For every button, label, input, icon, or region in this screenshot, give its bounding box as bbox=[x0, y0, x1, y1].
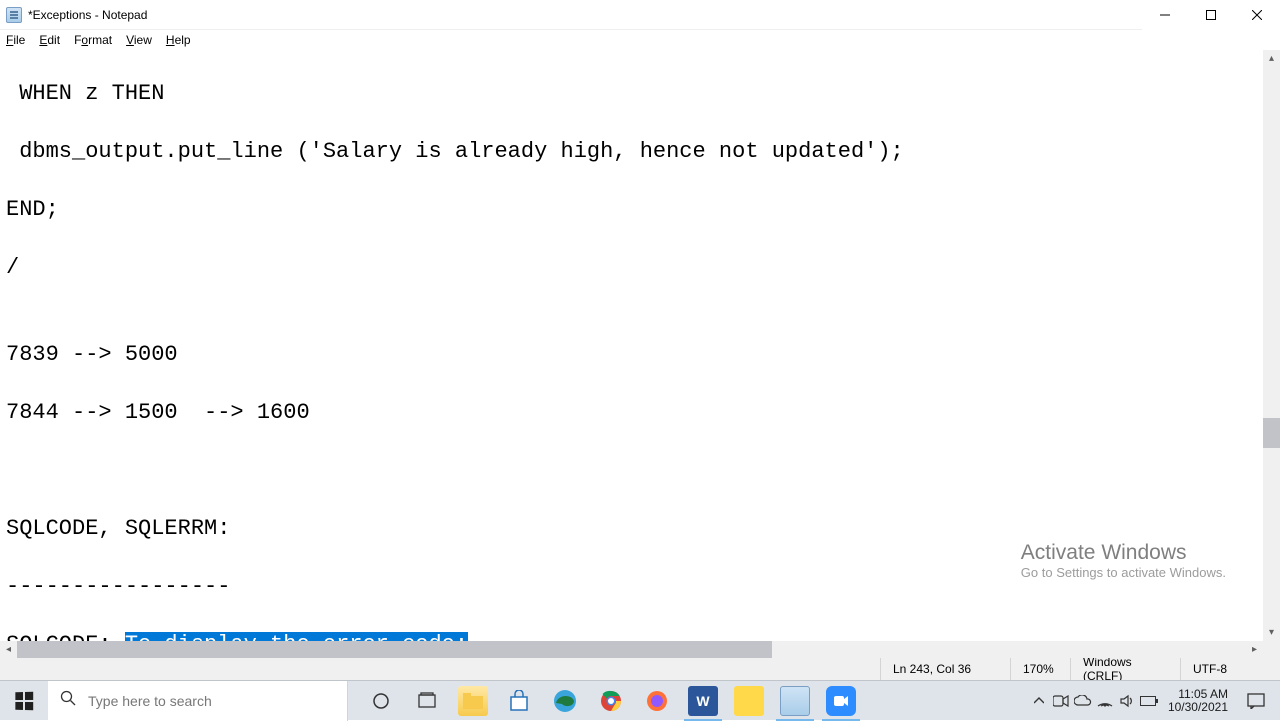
cursor-position: Ln 243, Col 36 bbox=[880, 658, 1010, 680]
close-button[interactable] bbox=[1234, 0, 1280, 30]
edge-button[interactable] bbox=[542, 681, 588, 721]
code-line: ----------------- bbox=[6, 572, 1263, 601]
firefox-button[interactable] bbox=[634, 681, 680, 721]
search-box[interactable]: Type here to search bbox=[48, 681, 348, 721]
store-button[interactable] bbox=[496, 681, 542, 721]
start-button[interactable] bbox=[0, 681, 48, 721]
scroll-left-icon[interactable]: ◂ bbox=[0, 641, 17, 658]
tray-chevron-icon[interactable] bbox=[1028, 681, 1050, 721]
task-view-button[interactable] bbox=[358, 681, 404, 721]
file-explorer-button[interactable] bbox=[450, 681, 496, 721]
system-tray: 11:05 AM 10/30/2021 bbox=[1028, 681, 1280, 721]
scroll-thumb[interactable] bbox=[1263, 418, 1280, 448]
chrome-button[interactable] bbox=[588, 681, 634, 721]
code-line: 7844 --> 1500 --> 1600 bbox=[6, 398, 1263, 427]
minimize-button[interactable] bbox=[1142, 0, 1188, 30]
windows-icon bbox=[15, 691, 33, 710]
search-placeholder: Type here to search bbox=[88, 693, 212, 709]
scroll-down-icon[interactable]: ▾ bbox=[1263, 624, 1280, 641]
onedrive-icon[interactable] bbox=[1072, 681, 1094, 721]
menu-view[interactable]: View bbox=[126, 33, 152, 47]
sticky-notes-button[interactable] bbox=[726, 681, 772, 721]
code-line: / bbox=[6, 253, 1263, 282]
clock[interactable]: 11:05 AM 10/30/2021 bbox=[1160, 688, 1236, 714]
taskbar: Type here to search W 11:05 AM 10/30/20 bbox=[0, 680, 1280, 720]
menu-edit[interactable]: Edit bbox=[39, 33, 60, 47]
code-line: END; bbox=[6, 195, 1263, 224]
code-line: 7839 --> 5000 bbox=[6, 340, 1263, 369]
network-icon[interactable] bbox=[1094, 681, 1116, 721]
scrollbar-corner bbox=[1263, 641, 1280, 658]
window-title: *Exceptions - Notepad bbox=[28, 8, 147, 22]
menu-format[interactable]: Format bbox=[74, 33, 112, 47]
clock-time: 11:05 AM bbox=[1168, 688, 1228, 701]
search-icon bbox=[60, 690, 76, 711]
statusbar: Ln 243, Col 36 170% Windows (CRLF) UTF-8 bbox=[0, 658, 1280, 680]
zoom-level: 170% bbox=[1010, 658, 1070, 680]
app-icon bbox=[6, 7, 22, 23]
text-content[interactable]: WHEN z THEN dbms_output.put_line ('Salar… bbox=[6, 50, 1263, 641]
editor-area[interactable]: WHEN z THEN dbms_output.put_line ('Salar… bbox=[0, 50, 1280, 658]
notepad-button[interactable] bbox=[772, 681, 818, 721]
volume-icon[interactable] bbox=[1116, 681, 1138, 721]
meet-now-icon[interactable] bbox=[1050, 681, 1072, 721]
word-button[interactable]: W bbox=[680, 681, 726, 721]
vertical-scrollbar[interactable]: ▴ ▾ bbox=[1263, 50, 1280, 641]
maximize-button[interactable] bbox=[1188, 0, 1234, 30]
scroll-thumb[interactable] bbox=[17, 641, 772, 658]
notifications-button[interactable] bbox=[1236, 681, 1276, 721]
clock-date: 10/30/2021 bbox=[1168, 701, 1228, 714]
cortana-button[interactable] bbox=[404, 681, 450, 721]
horizontal-scrollbar[interactable]: ◂ ▸ bbox=[0, 641, 1263, 658]
titlebar: *Exceptions - Notepad bbox=[0, 0, 1280, 30]
code-line: SQLCODE, SQLERRM: bbox=[6, 514, 1263, 543]
zoom-button[interactable] bbox=[818, 681, 864, 721]
line-ending: Windows (CRLF) bbox=[1070, 658, 1180, 680]
scroll-up-icon[interactable]: ▴ bbox=[1263, 50, 1280, 67]
battery-icon[interactable] bbox=[1138, 681, 1160, 721]
menubar: File Edit Format View Help bbox=[0, 30, 1280, 50]
code-line: dbms_output.put_line ('Salary is already… bbox=[6, 137, 1263, 166]
code-line: WHEN z THEN bbox=[6, 79, 1263, 108]
menu-help[interactable]: Help bbox=[166, 33, 191, 47]
menu-file[interactable]: File bbox=[6, 33, 25, 47]
scroll-right-icon[interactable]: ▸ bbox=[1246, 641, 1263, 658]
encoding: UTF-8 bbox=[1180, 658, 1280, 680]
